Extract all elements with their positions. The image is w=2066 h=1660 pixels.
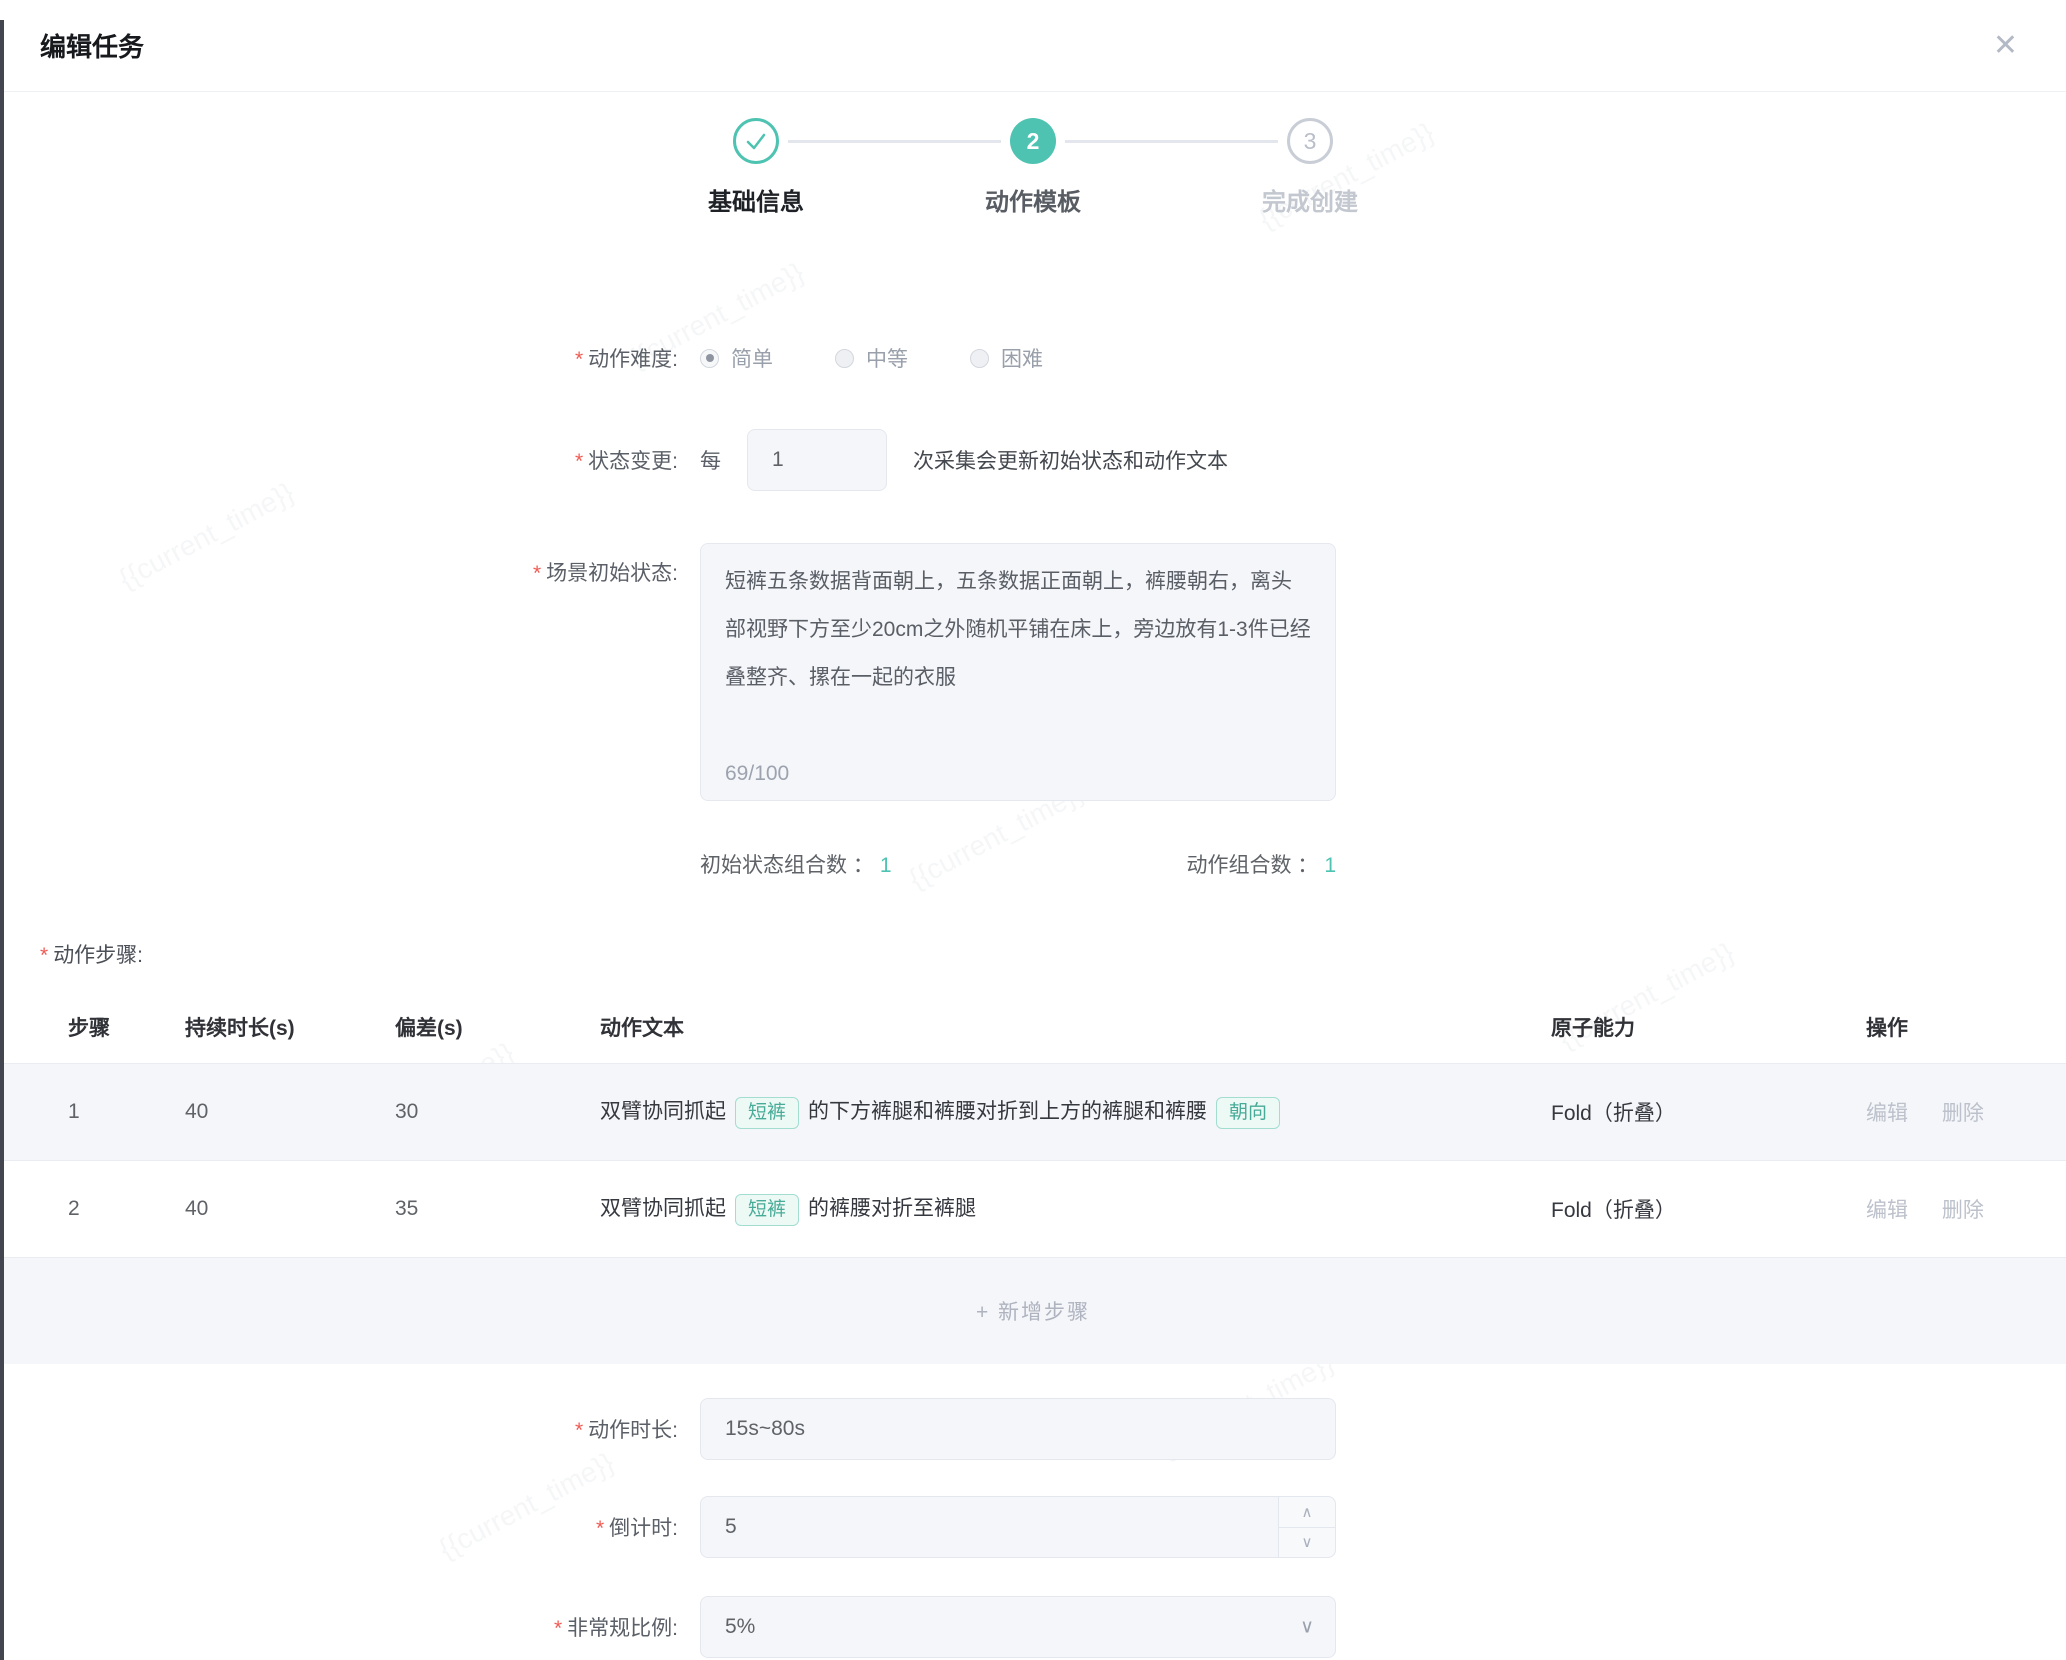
countdown-number-input: 5 ∧ ∨ [700, 1496, 1336, 1558]
step-3-label: 完成创建 [1262, 182, 1358, 217]
difficulty-label: *动作难度: [0, 343, 700, 373]
edit-link[interactable]: 编辑 [1866, 1199, 1908, 1222]
radio-icon [835, 349, 854, 368]
col-header-deviation: 偏差(s) [395, 1012, 600, 1042]
step-connector [1065, 140, 1278, 143]
cell-action-text: 双臂协同抓起短裤的下方裤腿和裤腰对折到上方的裤腿和裤腰朝向 [600, 1095, 1551, 1130]
table-row: 1 40 30 双臂协同抓起短裤的下方裤腿和裤腰对折到上方的裤腿和裤腰朝向 Fo… [0, 1064, 2066, 1161]
edit-link[interactable]: 编辑 [1866, 1102, 1908, 1125]
step-basic-info: 基础信息 [618, 118, 895, 217]
col-header-text: 动作文本 [600, 1012, 1551, 1042]
cell-step: 1 [68, 1100, 185, 1124]
cell-deviation: 30 [395, 1100, 600, 1124]
chevron-down-icon: ∨ [1302, 1533, 1313, 1551]
cell-ability: Fold（折叠） [1551, 1097, 1866, 1127]
cell-ops: 编辑 删除 [1866, 1097, 2036, 1127]
chevron-up-icon: ∧ [1302, 1503, 1313, 1521]
countdown-value[interactable]: 5 [700, 1496, 1336, 1558]
unusual-ratio-select[interactable]: 5% ∨ [700, 1596, 1336, 1658]
step-1-circle [733, 118, 779, 164]
initial-state-text: 短裤五条数据背面朝上，五条数据正面朝上，裤腰朝右，离头部视野下方至少20cm之外… [725, 558, 1311, 702]
difficulty-radio-group: 简单 中等 困难 [700, 343, 1105, 373]
required-mark: * [575, 1419, 583, 1442]
add-step-band: + 新增步骤 [0, 1258, 2066, 1364]
orientation-tag: 朝向 [1216, 1097, 1280, 1130]
initial-combo-count: 初始状态组合数 ：1 [700, 849, 892, 879]
page-left-edge [0, 20, 4, 1660]
step-1-label: 基础信息 [708, 182, 804, 217]
field-action-duration: *动作时长: 15s~80s [0, 1398, 2066, 1460]
action-combo-value: 1 [1324, 854, 1336, 877]
object-tag: 短裤 [735, 1097, 799, 1130]
state-change-input[interactable]: 1 [747, 429, 887, 491]
radio-hard-label: 困难 [1001, 343, 1043, 373]
increment-button[interactable]: ∧ [1279, 1497, 1335, 1528]
radio-selected-icon [700, 349, 719, 368]
col-header-step: 步骤 [68, 1012, 185, 1042]
number-stepper: ∧ ∨ [1278, 1497, 1335, 1557]
field-unusual-ratio: *非常规比例: 5% ∨ [0, 1596, 2066, 1658]
step-2-circle: 2 [1010, 118, 1056, 164]
cell-ops: 编辑 删除 [1866, 1194, 2036, 1224]
check-icon [741, 126, 771, 156]
table-row: 2 40 35 双臂协同抓起短裤的裤腰对折至裤腿 Fold（折叠） 编辑 删除 [0, 1161, 2066, 1258]
initial-state-label: *场景初始状态: [0, 543, 700, 587]
state-change-label: *状态变更: [0, 445, 700, 475]
state-change-suffix: 次采集会更新初始状态和动作文本 [913, 445, 1228, 475]
col-header-ability: 原子能力 [1551, 1012, 1866, 1042]
table-header-row: 步骤 持续时长(s) 偏差(s) 动作文本 原子能力 操作 [0, 991, 2066, 1064]
cell-ability: Fold（折叠） [1551, 1194, 1866, 1224]
char-counter: 69/100 [725, 762, 789, 786]
required-mark: * [554, 1617, 562, 1640]
dialog-title: 编辑任务 [40, 27, 144, 64]
required-mark: * [533, 562, 541, 585]
action-steps-section-label: *动作步骤: [0, 939, 2066, 969]
field-initial-state: *场景初始状态: 短裤五条数据背面朝上，五条数据正面朝上，裤腰朝右，离头部视野下… [0, 543, 2066, 801]
step-2-label: 动作模板 [985, 182, 1081, 217]
cell-action-text: 双臂协同抓起短裤的裤腰对折至裤腿 [600, 1192, 1551, 1227]
unusual-ratio-value: 5% [700, 1596, 1336, 1658]
col-header-duration: 持续时长(s) [185, 1012, 395, 1042]
combo-counts-row: 初始状态组合数 ：1 动作组合数 ：1 [0, 849, 2066, 879]
action-duration-input[interactable]: 15s~80s [700, 1398, 1336, 1460]
initial-combo-value: 1 [880, 854, 892, 877]
radio-medium[interactable]: 中等 [835, 343, 908, 373]
field-difficulty: *动作难度: 简单 中等 困难 [0, 343, 2066, 373]
radio-hard[interactable]: 困难 [970, 343, 1043, 373]
step-3-circle: 3 [1287, 118, 1333, 164]
radio-icon [970, 349, 989, 368]
step-action-template: 2 动作模板 [895, 118, 1172, 217]
decrement-button[interactable]: ∨ [1279, 1528, 1335, 1558]
state-change-prefix: 每 [700, 445, 721, 475]
required-mark: * [40, 944, 48, 967]
delete-link[interactable]: 删除 [1942, 1102, 1984, 1125]
field-state-change: *状态变更: 每 1 次采集会更新初始状态和动作文本 [0, 429, 2066, 491]
object-tag: 短裤 [735, 1194, 799, 1227]
cell-step: 2 [68, 1197, 185, 1221]
col-header-ops: 操作 [1866, 1012, 2036, 1042]
action-duration-label: *动作时长: [0, 1414, 700, 1444]
close-icon[interactable]: ✕ [1993, 31, 2018, 61]
cell-deviation: 35 [395, 1197, 600, 1221]
field-countdown: *倒计时: 5 ∧ ∨ [0, 1496, 2066, 1558]
radio-simple-label: 简单 [731, 343, 773, 373]
action-steps-table: 步骤 持续时长(s) 偏差(s) 动作文本 原子能力 操作 1 40 30 双臂… [0, 991, 2066, 1364]
required-mark: * [575, 450, 583, 473]
stepper: 基础信息 2 动作模板 3 完成创建 [0, 92, 2066, 217]
required-mark: * [596, 1517, 604, 1540]
unusual-ratio-label: *非常规比例: [0, 1612, 700, 1642]
add-step-button[interactable]: + 新增步骤 [976, 1296, 1090, 1326]
action-combo-count: 动作组合数 ：1 [1186, 849, 1336, 879]
required-mark: * [575, 348, 583, 371]
delete-link[interactable]: 删除 [1942, 1199, 1984, 1222]
cell-duration: 40 [185, 1197, 395, 1221]
countdown-label: *倒计时: [0, 1512, 700, 1542]
step-connector [788, 140, 1001, 143]
initial-state-textarea[interactable]: 短裤五条数据背面朝上，五条数据正面朝上，裤腰朝右，离头部视野下方至少20cm之外… [700, 543, 1336, 801]
dialog-header: 编辑任务 ✕ [0, 0, 2066, 92]
radio-medium-label: 中等 [866, 343, 908, 373]
radio-simple[interactable]: 简单 [700, 343, 773, 373]
cell-duration: 40 [185, 1100, 395, 1124]
step-complete-creation: 3 完成创建 [1172, 118, 1449, 217]
